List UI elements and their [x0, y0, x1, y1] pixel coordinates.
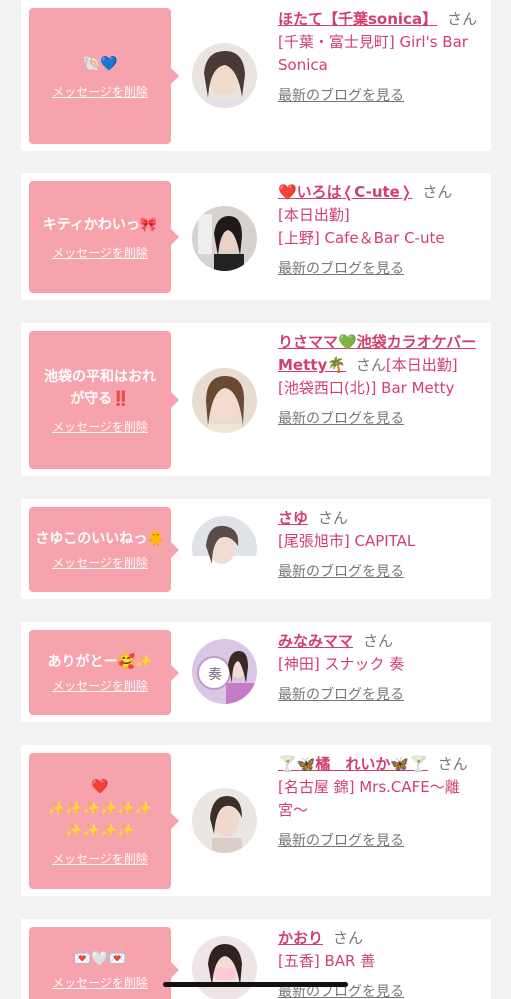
cast-name-link[interactable]: ほたて【千葉sonica】: [278, 10, 437, 28]
message-card: 🐚💙 メッセージを削除 ほたて【千葉sonica】 さん [千葉・富士見町] Gi…: [21, 0, 491, 151]
message-bubble: 🐚💙 メッセージを削除: [29, 8, 179, 144]
store-detail: [五香] BAR 善: [278, 952, 376, 970]
store-info: ほたて【千葉sonica】 さん [千葉・富士見町] Girl's Bar Son…: [278, 8, 485, 108]
message-card: キティかわいっ🎀 メッセージを削除 ❤️いろは❬C-ute❭ さん [本日出勤] …: [21, 173, 491, 300]
message-text: さゆこのいいねっ🐥: [35, 531, 165, 547]
store-info: さゆ さん [尾張旭市] CAPITAL 最新のブログを見る: [278, 507, 485, 584]
svg-text:奏: 奏: [208, 667, 222, 683]
store-info: 🍸🦋橘 れいか🦋🍸 さん [名古屋 錦] Mrs.CAFE〜離宮〜 最新のブログを…: [278, 753, 485, 853]
store-detail: [神田] スナック 奏: [278, 655, 405, 673]
delete-message-link[interactable]: メッセージを削除: [52, 850, 148, 867]
view-blog-link[interactable]: 最新のブログを見る: [278, 684, 485, 707]
cast-name-link[interactable]: さゆ: [278, 509, 308, 527]
store-info: みなみママ さん [神田] スナック 奏 最新のブログを見る: [278, 630, 485, 707]
view-blog-link[interactable]: 最新のブログを見る: [278, 408, 485, 431]
honorific: さん: [355, 356, 386, 374]
view-blog-link[interactable]: 最新のブログを見る: [278, 830, 485, 853]
avatar[interactable]: [192, 788, 257, 853]
avatar[interactable]: [192, 516, 257, 581]
avatar[interactable]: [192, 936, 257, 999]
message-card: ありがとー🥰✨ メッセージを削除 奏 みなみママ さん [神田] スナック 奏 最…: [21, 622, 491, 722]
message-text: ❤️ ✨✨✨✨✨✨ ✨✨✨✨: [47, 778, 153, 839]
delete-message-link[interactable]: メッセージを削除: [52, 418, 148, 435]
message-card: ❤️ ✨✨✨✨✨✨ ✨✨✨✨ メッセージを削除 🍸🦋橘 れいか🦋🍸 さん [名古屋…: [21, 745, 491, 896]
store-info: ❤️いろは❬C-ute❭ さん [本日出勤] [上野] Cafe＆Bar C-ut…: [278, 181, 485, 281]
store-detail: [尾張旭市] CAPITAL: [278, 532, 416, 550]
message-bubble: さゆこのいいねっ🐥 メッセージを削除: [29, 507, 179, 592]
message-text: キティかわいっ🎀: [42, 216, 158, 233]
shift-status: [本日出勤]: [278, 206, 350, 224]
store-detail: [名古屋 錦] Mrs.CAFE〜離宮〜: [278, 778, 460, 819]
message-bubble: 池袋の平和はおれが守る‼️ メッセージを削除: [29, 331, 179, 469]
honorific: さん: [447, 10, 478, 28]
avatar[interactable]: [192, 206, 257, 271]
message-card: さゆこのいいねっ🐥 メッセージを削除 さゆ さん [尾張旭市] CAPITAL 最…: [21, 499, 491, 599]
avatar[interactable]: 奏: [192, 639, 257, 704]
honorific: さん: [333, 929, 364, 947]
message-card: 池袋の平和はおれが守る‼️ メッセージを削除 りさママ💚池袋カラオケバーMett…: [21, 323, 491, 476]
store-info: りさママ💚池袋カラオケバーMetty🌴 さん[本日出勤] [池袋西口(北)] Ba…: [278, 331, 485, 431]
cast-name-link[interactable]: みなみママ: [278, 632, 353, 650]
honorific: さん: [437, 755, 468, 773]
delete-message-link[interactable]: メッセージを削除: [52, 677, 148, 694]
delete-message-link[interactable]: メッセージを削除: [52, 974, 148, 991]
avatar[interactable]: [192, 43, 257, 108]
delete-message-link[interactable]: メッセージを削除: [52, 554, 148, 571]
message-text: 💌🤍💌: [73, 951, 127, 967]
message-bubble: キティかわいっ🎀 メッセージを削除: [29, 181, 179, 293]
avatar[interactable]: [192, 368, 257, 433]
message-card: 💌🤍💌 メッセージを削除 かおり さん [五香] BAR 善 最新のブログを見る: [21, 919, 491, 999]
honorific: さん: [318, 509, 349, 527]
home-indicator[interactable]: [163, 982, 348, 987]
message-bubble: ありがとー🥰✨ メッセージを削除: [29, 630, 179, 715]
store-detail: [上野] Cafe＆Bar C-ute: [278, 229, 445, 247]
store-info: かおり さん [五香] BAR 善 最新のブログを見る: [278, 927, 485, 999]
message-text: ありがとー🥰✨: [47, 654, 153, 670]
view-blog-link[interactable]: 最新のブログを見る: [278, 85, 485, 108]
delete-message-link[interactable]: メッセージを削除: [52, 83, 148, 100]
delete-message-link[interactable]: メッセージを削除: [52, 244, 148, 261]
store-detail: [池袋西口(北)] Bar Metty: [278, 379, 455, 397]
store-detail: [千葉・富士見町] Girl's Bar Sonica: [278, 33, 468, 74]
view-blog-link[interactable]: 最新のブログを見る: [278, 561, 485, 584]
view-blog-link[interactable]: 最新のブログを見る: [278, 258, 485, 281]
honorific: さん: [363, 632, 394, 650]
cast-name-link[interactable]: かおり: [278, 929, 323, 947]
message-bubble: 💌🤍💌 メッセージを削除: [29, 927, 179, 999]
cast-name-link[interactable]: 🍸🦋橘 れいか🦋🍸: [278, 755, 428, 773]
honorific: さん: [422, 183, 453, 201]
message-text: 池袋の平和はおれが守る‼️: [44, 368, 156, 407]
message-text: 🐚💙: [82, 55, 118, 72]
shift-status: [本日出勤]: [385, 356, 458, 374]
message-bubble: ❤️ ✨✨✨✨✨✨ ✨✨✨✨ メッセージを削除: [29, 753, 179, 889]
cast-name-link[interactable]: ❤️いろは❬C-ute❭: [278, 183, 412, 201]
